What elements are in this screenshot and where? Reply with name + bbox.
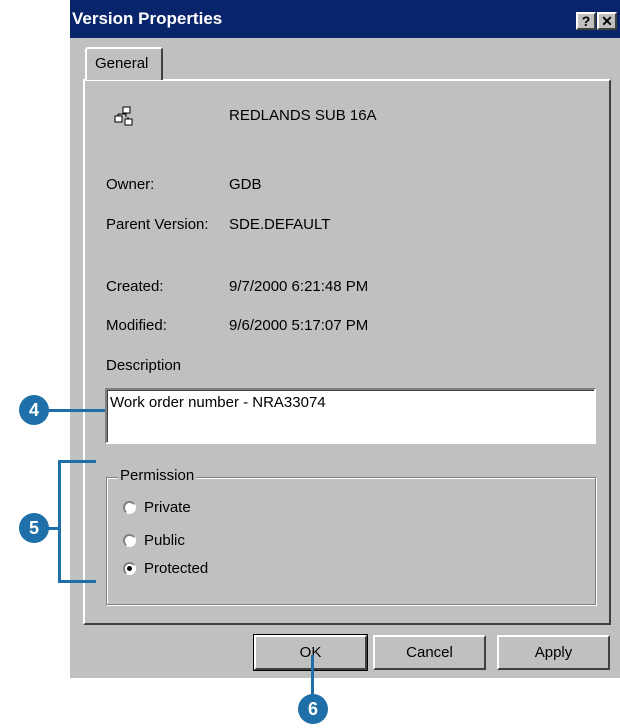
radio-protected-label: Protected <box>144 559 209 577</box>
help-button[interactable]: ? <box>576 12 596 30</box>
version-tree-icon <box>114 106 133 126</box>
radio-button[interactable] <box>123 533 136 547</box>
radio-private-label: Private <box>144 498 191 516</box>
description-field[interactable]: Work order number - NRA33074 <box>105 388 596 444</box>
callout-5-bracket <box>58 460 61 583</box>
modified-label: Modified: <box>106 317 167 334</box>
radio-public-label: Public <box>144 531 185 549</box>
radio-button[interactable] <box>123 500 136 514</box>
radio-protected[interactable]: Protected <box>123 558 208 578</box>
close-icon: ✕ <box>601 13 613 29</box>
radio-private[interactable]: Private <box>123 497 191 517</box>
modified-value: 9/6/2000 5:17:07 PM <box>229 317 369 334</box>
created-label: Created: <box>106 278 164 295</box>
description-label: Description <box>106 357 182 374</box>
window-title: Version Properties <box>72 9 223 28</box>
permission-legend: Permission <box>118 467 197 484</box>
owner-value: GDB <box>229 176 262 193</box>
apply-button-label: Apply <box>534 644 573 661</box>
callout-4: 4 <box>19 395 49 425</box>
help-icon: ? <box>581 13 591 29</box>
tab-general[interactable]: General <box>85 47 163 80</box>
tab-general-label: General <box>95 55 149 72</box>
owner-label: Owner: <box>106 176 155 193</box>
title-bar[interactable]: Version Properties ? ✕ <box>70 0 620 38</box>
cancel-button-label: Cancel <box>406 644 453 661</box>
callout-5-bracket-top <box>58 460 96 463</box>
callout-4-leader <box>48 409 105 412</box>
callout-6-leader <box>311 655 314 697</box>
parent-version-value: SDE.DEFAULT <box>229 216 331 233</box>
apply-button[interactable]: Apply <box>497 635 610 670</box>
radio-button-selected[interactable] <box>123 561 136 575</box>
callout-5: 5 <box>19 513 49 543</box>
cancel-button[interactable]: Cancel <box>373 635 486 670</box>
created-value: 9/7/2000 6:21:48 PM <box>229 278 369 295</box>
radio-public[interactable]: Public <box>123 530 185 550</box>
callout-5-bracket-bottom <box>58 580 96 583</box>
close-button[interactable]: ✕ <box>597 12 617 30</box>
callout-6: 6 <box>298 694 328 724</box>
parent-version-label: Parent Version: <box>106 216 209 233</box>
version-name: REDLANDS SUB 16A <box>229 107 377 124</box>
